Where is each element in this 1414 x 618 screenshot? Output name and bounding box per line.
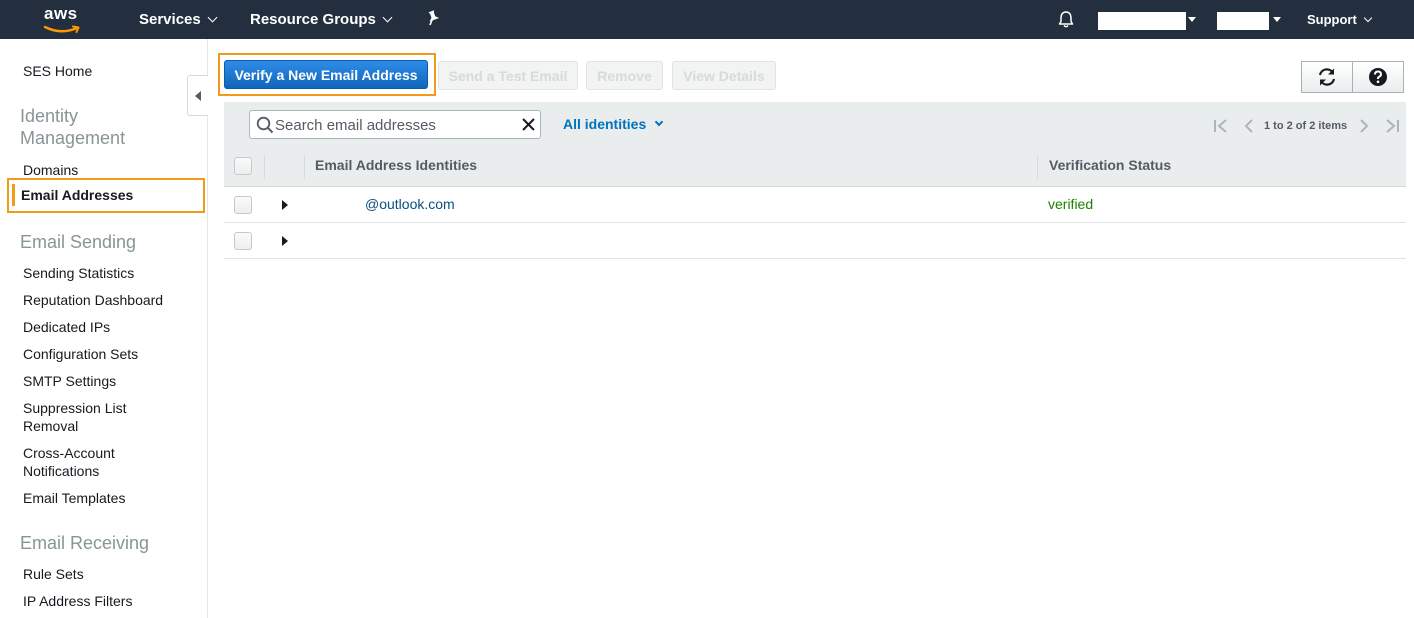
top-navigation-bar: aws Services Resource Groups Support (0, 0, 1414, 39)
column-divider (1037, 155, 1038, 179)
previous-page-icon[interactable] (1243, 118, 1255, 134)
help-icon (1369, 68, 1387, 86)
sidebar: SES Home Identity Management Domains Ema… (0, 39, 208, 618)
support-label: Support (1307, 12, 1357, 27)
column-header-status[interactable]: Verification Status (1049, 157, 1171, 173)
sidebar-item-reputation-dashboard[interactable]: Reputation Dashboard (23, 291, 163, 309)
sidebar-item-sending-statistics[interactable]: Sending Statistics (23, 264, 134, 282)
sidebar-heading-identity-management: Identity Management (20, 106, 126, 148)
search-icon (256, 116, 274, 134)
chevron-down-icon (207, 12, 218, 23)
sidebar-heading-email-receiving: Email Receiving (20, 533, 150, 553)
sidebar-item-dedicated-ips[interactable]: Dedicated IPs (23, 318, 110, 336)
sidebar-item-domains[interactable]: Domains (23, 161, 78, 179)
table-header: Email Address Identities Verification St… (224, 147, 1406, 187)
search-input[interactable] (275, 115, 515, 135)
pin-icon[interactable] (426, 10, 440, 31)
chevron-down-icon (382, 12, 393, 23)
column-header-email[interactable]: Email Address Identities (315, 157, 477, 173)
verify-button-highlight: Verify a New Email Address (218, 53, 436, 96)
aws-smile-icon (43, 25, 80, 33)
column-divider (304, 155, 305, 179)
expand-row-icon[interactable] (282, 200, 288, 210)
account-menu[interactable] (1098, 12, 1186, 30)
collapse-sidebar-button[interactable] (187, 75, 208, 116)
table-row[interactable] (224, 223, 1406, 259)
sidebar-item-label: Email Addresses (21, 187, 134, 203)
bell-icon[interactable] (1057, 10, 1075, 34)
close-icon[interactable] (521, 117, 536, 132)
chevron-down-icon (654, 117, 664, 127)
next-page-icon[interactable] (1358, 118, 1370, 134)
column-divider (264, 155, 265, 179)
sidebar-item-ses-home[interactable]: SES Home (23, 62, 92, 80)
first-page-icon[interactable] (1213, 118, 1230, 134)
send-test-email-button[interactable]: Send a Test Email (438, 61, 578, 90)
select-all-checkbox[interactable] (234, 157, 252, 175)
sidebar-item-email-templates[interactable]: Email Templates (23, 489, 125, 507)
services-menu[interactable]: Services (139, 11, 218, 28)
pagination-text: 1 to 2 of 2 items (1264, 120, 1348, 132)
sidebar-item-smtp-settings[interactable]: SMTP Settings (23, 372, 116, 390)
search-box[interactable] (249, 110, 541, 139)
table-row[interactable]: @outlook.com verified (224, 187, 1406, 223)
verification-status: verified (1048, 196, 1094, 212)
caret-left-icon (195, 91, 201, 101)
sidebar-item-suppression-list-removal[interactable]: Suppression List Removal (23, 399, 138, 435)
caret-down-icon[interactable] (1273, 17, 1281, 22)
row-checkbox[interactable] (234, 232, 252, 250)
identity-filter-dropdown[interactable]: All identities (563, 116, 664, 132)
region-menu[interactable] (1217, 12, 1269, 30)
services-label: Services (139, 11, 201, 28)
active-indicator (12, 184, 15, 206)
sidebar-item-ip-address-filters[interactable]: IP Address Filters (23, 592, 132, 610)
sidebar-item-rule-sets[interactable]: Rule Sets (23, 565, 84, 583)
remove-button[interactable]: Remove (586, 61, 663, 90)
sidebar-item-email-addresses[interactable]: Email Addresses (7, 178, 205, 213)
view-details-button[interactable]: View Details (672, 61, 776, 90)
identity-filter-label: All identities (563, 116, 647, 132)
sidebar-heading-email-sending: Email Sending (20, 232, 137, 252)
email-identity-link[interactable]: @outlook.com (365, 196, 455, 212)
aws-logo[interactable]: aws (42, 4, 86, 34)
refresh-button[interactable] (1301, 61, 1353, 93)
expand-row-icon[interactable] (282, 236, 288, 246)
sidebar-item-configuration-sets[interactable]: Configuration Sets (23, 345, 138, 363)
refresh-icon (1318, 68, 1336, 86)
chevron-down-icon (1363, 13, 1373, 22)
sidebar-item-cross-account-notifications[interactable]: Cross-Account Notifications (23, 444, 123, 480)
resource-groups-label: Resource Groups (250, 11, 376, 28)
row-checkbox[interactable] (234, 196, 252, 214)
verify-new-email-button[interactable]: Verify a New Email Address (224, 60, 428, 89)
help-button[interactable] (1352, 61, 1404, 93)
last-page-icon[interactable] (1383, 118, 1400, 134)
aws-logo-text: aws (44, 4, 78, 23)
caret-down-icon[interactable] (1188, 17, 1196, 22)
support-menu[interactable]: Support (1307, 12, 1373, 27)
resource-groups-menu[interactable]: Resource Groups (250, 11, 393, 28)
